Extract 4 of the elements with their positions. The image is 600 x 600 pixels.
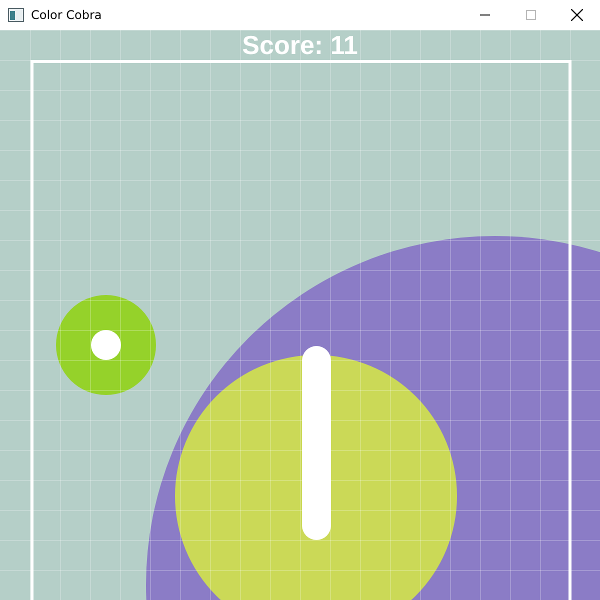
close-icon[interactable]	[571, 9, 583, 21]
window-title: Color Cobra	[31, 8, 102, 22]
score-label: Score: 11	[242, 30, 358, 60]
app-icon	[8, 8, 24, 22]
